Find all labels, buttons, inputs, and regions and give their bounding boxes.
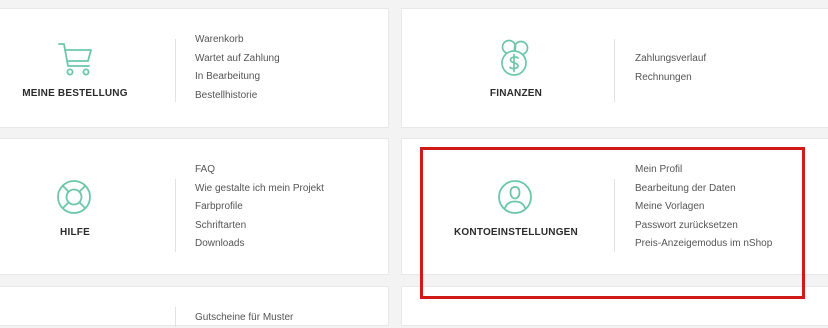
card-title: MEINE BESTELLUNG — [22, 88, 128, 99]
link-farbprofile[interactable]: Farbprofile — [195, 198, 324, 217]
divider — [614, 179, 615, 252]
card-placeholder — [401, 286, 828, 326]
link-meine-vorlagen[interactable]: Meine Vorlagen — [635, 198, 772, 217]
card-finanzen: FINANZEN Zahlungsverlauf Rechnungen — [401, 8, 828, 128]
coins-dollar-icon — [497, 38, 533, 78]
link-warenkorb[interactable]: Warenkorb — [195, 31, 280, 50]
link-gutscheine-fuer-muster[interactable]: Gutscheine für Muster — [195, 309, 293, 328]
user-profile-icon — [497, 179, 533, 215]
link-passwort-zuruecksetzen[interactable]: Passwort zurücksetzen — [635, 217, 772, 236]
link-rechnungen[interactable]: Rechnungen — [635, 69, 706, 88]
link-schriftarten[interactable]: Schriftarten — [195, 217, 324, 236]
link-wie-gestalte-ich-mein-projekt[interactable]: Wie gestalte ich mein Projekt — [195, 180, 324, 199]
link-preis-anzeigemodus[interactable]: Preis-Anzeigemodus im nShop — [635, 235, 772, 254]
link-wartet-auf-zahlung[interactable]: Wartet auf Zahlung — [195, 50, 280, 69]
link-zahlungsverlauf[interactable]: Zahlungsverlauf — [635, 50, 706, 69]
card-hilfe: HILFE FAQ Wie gestalte ich mein Projekt … — [0, 138, 389, 275]
card-meine-bestellung: MEINE BESTELLUNG Warenkorb Wartet auf Za… — [0, 8, 389, 128]
shopping-cart-icon — [56, 39, 96, 79]
link-faq[interactable]: FAQ — [195, 161, 324, 180]
link-bearbeitung-der-daten[interactable]: Bearbeitung der Daten — [635, 180, 772, 199]
card-kontoeinstellungen: KONTOEINSTELLUNGEN Mein Profil Bearbeitu… — [401, 138, 828, 275]
divider — [614, 39, 615, 102]
link-downloads[interactable]: Downloads — [195, 235, 324, 254]
divider — [175, 39, 176, 102]
divider — [175, 179, 176, 252]
link-list: Mein Profil Bearbeitung der Daten Meine … — [635, 161, 772, 254]
card-title: FINANZEN — [489, 88, 543, 99]
link-list: Warenkorb Wartet auf Zahlung In Bearbeit… — [195, 31, 280, 105]
lifebuoy-icon — [56, 179, 92, 215]
link-in-bearbeitung[interactable]: In Bearbeitung — [195, 68, 280, 87]
card-title: KONTOEINSTELLUNGEN — [454, 227, 578, 238]
link-list: FAQ Wie gestalte ich mein Projekt Farbpr… — [195, 161, 324, 254]
link-list: Zahlungsverlauf Rechnungen — [635, 50, 706, 87]
link-bestellhistorie[interactable]: Bestellhistorie — [195, 87, 280, 106]
link-mein-profil[interactable]: Mein Profil — [635, 161, 772, 180]
divider — [175, 307, 176, 327]
link-list: Gutscheine für Muster — [195, 309, 293, 328]
card-muster: Gutscheine für Muster — [0, 286, 389, 328]
card-title: HILFE — [60, 227, 90, 238]
